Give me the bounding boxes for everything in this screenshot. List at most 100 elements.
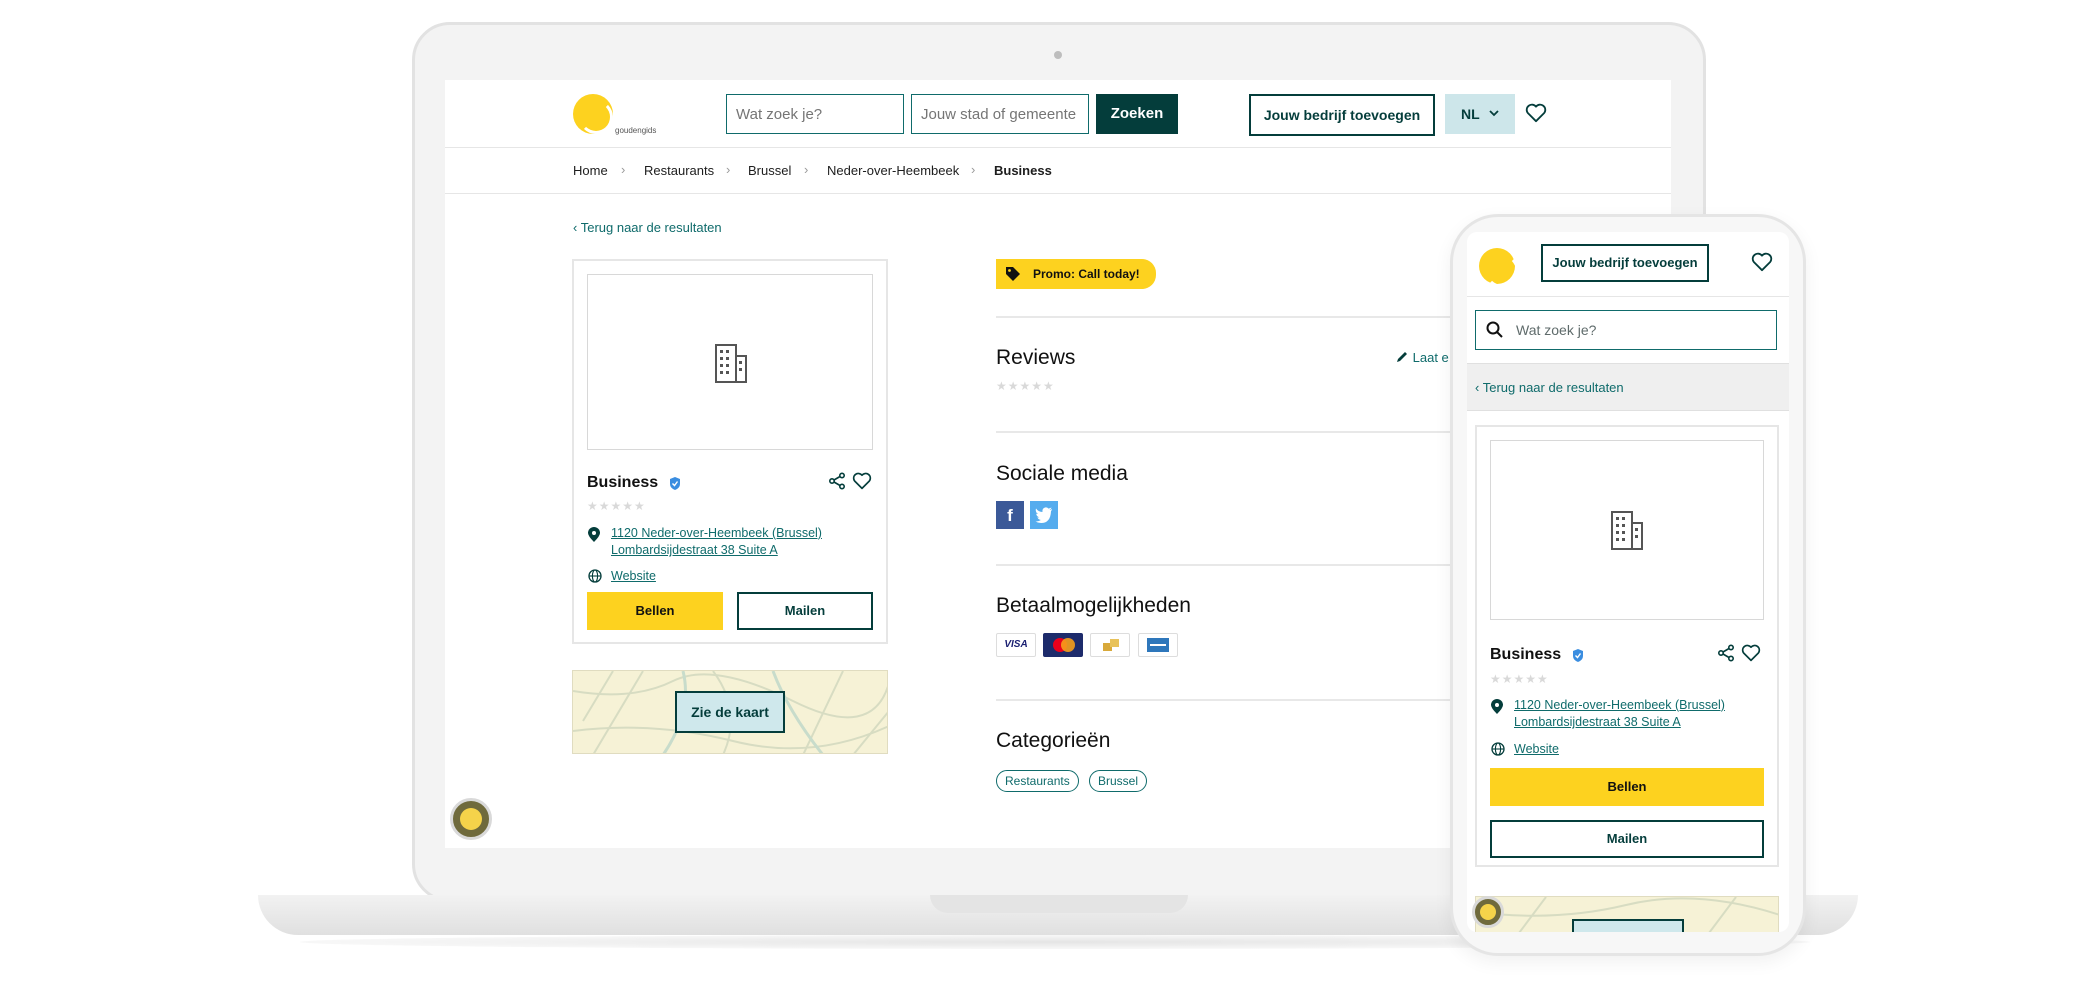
breadcrumb-item-neder-over-heembeek[interactable]: Neder-over-Heembeek <box>827 163 959 178</box>
cookie-icon <box>460 808 482 830</box>
cash-icon <box>1090 633 1130 657</box>
mobile-favorites-heart-icon[interactable] <box>1751 252 1773 272</box>
brand-logo[interactable] <box>573 94 613 134</box>
mastercard-circles-glyph <box>1053 638 1075 652</box>
mobile-rating-stars: ★★★★★ <box>1490 672 1549 686</box>
address-line-2: Lombardsijdestraat 38 Suite A <box>611 543 778 557</box>
search-input[interactable] <box>726 94 904 134</box>
promo-badge: Promo: Call today! <box>996 259 1156 289</box>
write-review-link[interactable]: Laat e <box>1395 350 1449 365</box>
mobile-business-address-link[interactable]: 1120 Neder-over-Heembeek (Brussel) Lomba… <box>1514 697 1774 731</box>
mobile-call-button[interactable]: Bellen <box>1490 768 1764 806</box>
laptop-camera <box>1054 51 1062 59</box>
mobile-search-placeholder: Wat zoek je? <box>1516 322 1597 338</box>
mobile-see-map-button[interactable] <box>1572 919 1684 932</box>
mobile-business-name: Business <box>1490 646 1562 663</box>
tag-icon <box>1006 267 1020 281</box>
building-icon <box>1611 511 1643 550</box>
chevron-down-icon <box>1489 110 1499 117</box>
category-chip-brussel[interactable]: Brussel <box>1089 770 1148 792</box>
chevron-left-icon: ‹ <box>1475 380 1483 395</box>
breadcrumb-separator-icon: › <box>726 162 731 177</box>
language-selector[interactable]: NL <box>1445 94 1515 134</box>
coins-glyph <box>1103 639 1119 651</box>
favorite-heart-icon[interactable] <box>1741 644 1761 662</box>
share-icon[interactable] <box>828 472 846 490</box>
address-line-1: 1120 Neder-over-Heembeek (Brussel) <box>611 526 822 540</box>
add-business-button[interactable]: Jouw bedrijf toevoegen <box>1249 94 1435 136</box>
mobile-header-divider <box>1467 296 1789 297</box>
reviews-rating-stars: ★★★★★ <box>996 379 1055 393</box>
amex-icon <box>1138 633 1178 657</box>
building-icon <box>715 344 747 383</box>
mobile-add-business-button[interactable]: Jouw bedrijf toevoegen <box>1541 244 1709 282</box>
twitter-icon[interactable] <box>1030 501 1058 529</box>
payment-options-title: Betaalmogelijkheden <box>996 594 1191 617</box>
mobile-brand-logo[interactable] <box>1479 248 1519 288</box>
breadcrumb-item-brussel[interactable]: Brussel <box>748 163 791 178</box>
promo-text: Promo: Call today! <box>1033 267 1140 281</box>
mobile-cookie-settings-button[interactable] <box>1472 896 1504 928</box>
rating-stars: ★★★★★ <box>587 499 646 513</box>
see-map-button[interactable]: Zie de kaart <box>675 691 785 733</box>
map-preview[interactable]: Zie de kaart <box>572 670 888 754</box>
favorites-heart-icon[interactable] <box>1525 103 1547 123</box>
facebook-icon[interactable]: f <box>996 501 1024 529</box>
verified-badge-icon <box>670 477 680 490</box>
mobile-map-preview[interactable] <box>1475 896 1779 932</box>
category-chip-restaurants[interactable]: Restaurants <box>996 770 1079 792</box>
breadcrumb-item-restaurants[interactable]: Restaurants <box>644 163 714 178</box>
back-to-results-link[interactable]: ‹ Terug naar de resultaten <box>573 220 722 235</box>
globe-icon <box>588 569 602 583</box>
mobile-address-line-1: 1120 Neder-over-Heembeek (Brussel) <box>1514 698 1725 712</box>
phone-screen: Jouw bedrijf toevoegen Wat zoek je? ‹ Te… <box>1467 232 1789 932</box>
write-review-label: Laat e <box>1412 350 1449 365</box>
business-name: Business <box>587 474 659 491</box>
website-link[interactable]: Website <box>611 568 656 585</box>
twitter-bird-glyph <box>1035 507 1052 523</box>
mobile-search-field[interactable]: Wat zoek je? <box>1475 310 1777 350</box>
pencil-icon <box>1397 352 1407 362</box>
globe-icon <box>1491 742 1505 756</box>
location-input[interactable] <box>911 94 1089 134</box>
mobile-back-to-results-label: Terug naar de resultaten <box>1482 380 1624 395</box>
mobile-back-bar: ‹ Terug naar de resultaten <box>1467 363 1789 411</box>
business-image-placeholder <box>587 274 873 450</box>
categories-title: Categorieën <box>996 729 1111 752</box>
verified-badge-icon <box>1573 649 1583 662</box>
search-icon <box>1486 321 1503 338</box>
mobile-business-card: Business ★★★★★ 1120 Neder-over-Heembeek … <box>1475 425 1779 867</box>
search-button[interactable]: Zoeken <box>1096 94 1178 134</box>
brand-logo-text: goudengids <box>615 126 657 135</box>
chevron-left-icon: ‹ <box>573 220 581 235</box>
amex-card-glyph <box>1147 638 1169 652</box>
cookie-icon <box>1480 904 1496 920</box>
laptop-notch <box>930 895 1188 913</box>
site-header: goudengids Zoeken Jouw bedrijf toevoegen… <box>445 80 1671 148</box>
cookie-settings-button[interactable] <box>450 798 492 840</box>
share-icon[interactable] <box>1717 644 1735 662</box>
mobile-business-image-placeholder <box>1490 440 1764 620</box>
breadcrumb: Home › Restaurants › Brussel › Neder-ove… <box>445 148 1671 194</box>
mobile-website-link[interactable]: Website <box>1514 741 1559 758</box>
back-to-results-label: Terug naar de resultaten <box>580 220 722 235</box>
breadcrumb-item-home[interactable]: Home <box>573 163 608 178</box>
favorite-heart-icon[interactable] <box>852 472 872 490</box>
business-card: Business ★★★★★ 1120 Neder-over-Heembeek … <box>572 259 888 644</box>
mail-button[interactable]: Mailen <box>737 592 873 630</box>
mockup-stage: goudengids Zoeken Jouw bedrijf toevoegen… <box>0 0 2100 1000</box>
breadcrumb-separator-icon: › <box>804 162 809 177</box>
breadcrumb-item-current: Business <box>994 163 1052 178</box>
location-pin-icon <box>588 527 600 542</box>
mobile-address-line-2: Lombardsijdestraat 38 Suite A <box>1514 715 1681 729</box>
breadcrumb-separator-icon: › <box>621 162 626 177</box>
social-media-title: Sociale media <box>996 462 1128 485</box>
mobile-back-to-results-link[interactable]: ‹ Terug naar de resultaten <box>1475 380 1624 395</box>
call-button[interactable]: Bellen <box>587 592 723 630</box>
breadcrumb-separator-icon: › <box>971 162 976 177</box>
mastercard-icon <box>1043 633 1083 657</box>
mobile-mail-button[interactable]: Mailen <box>1490 820 1764 858</box>
business-address-link[interactable]: 1120 Neder-over-Heembeek (Brussel) Lomba… <box>611 525 881 559</box>
location-pin-icon <box>1491 699 1503 714</box>
visa-icon: VISA <box>996 633 1036 657</box>
